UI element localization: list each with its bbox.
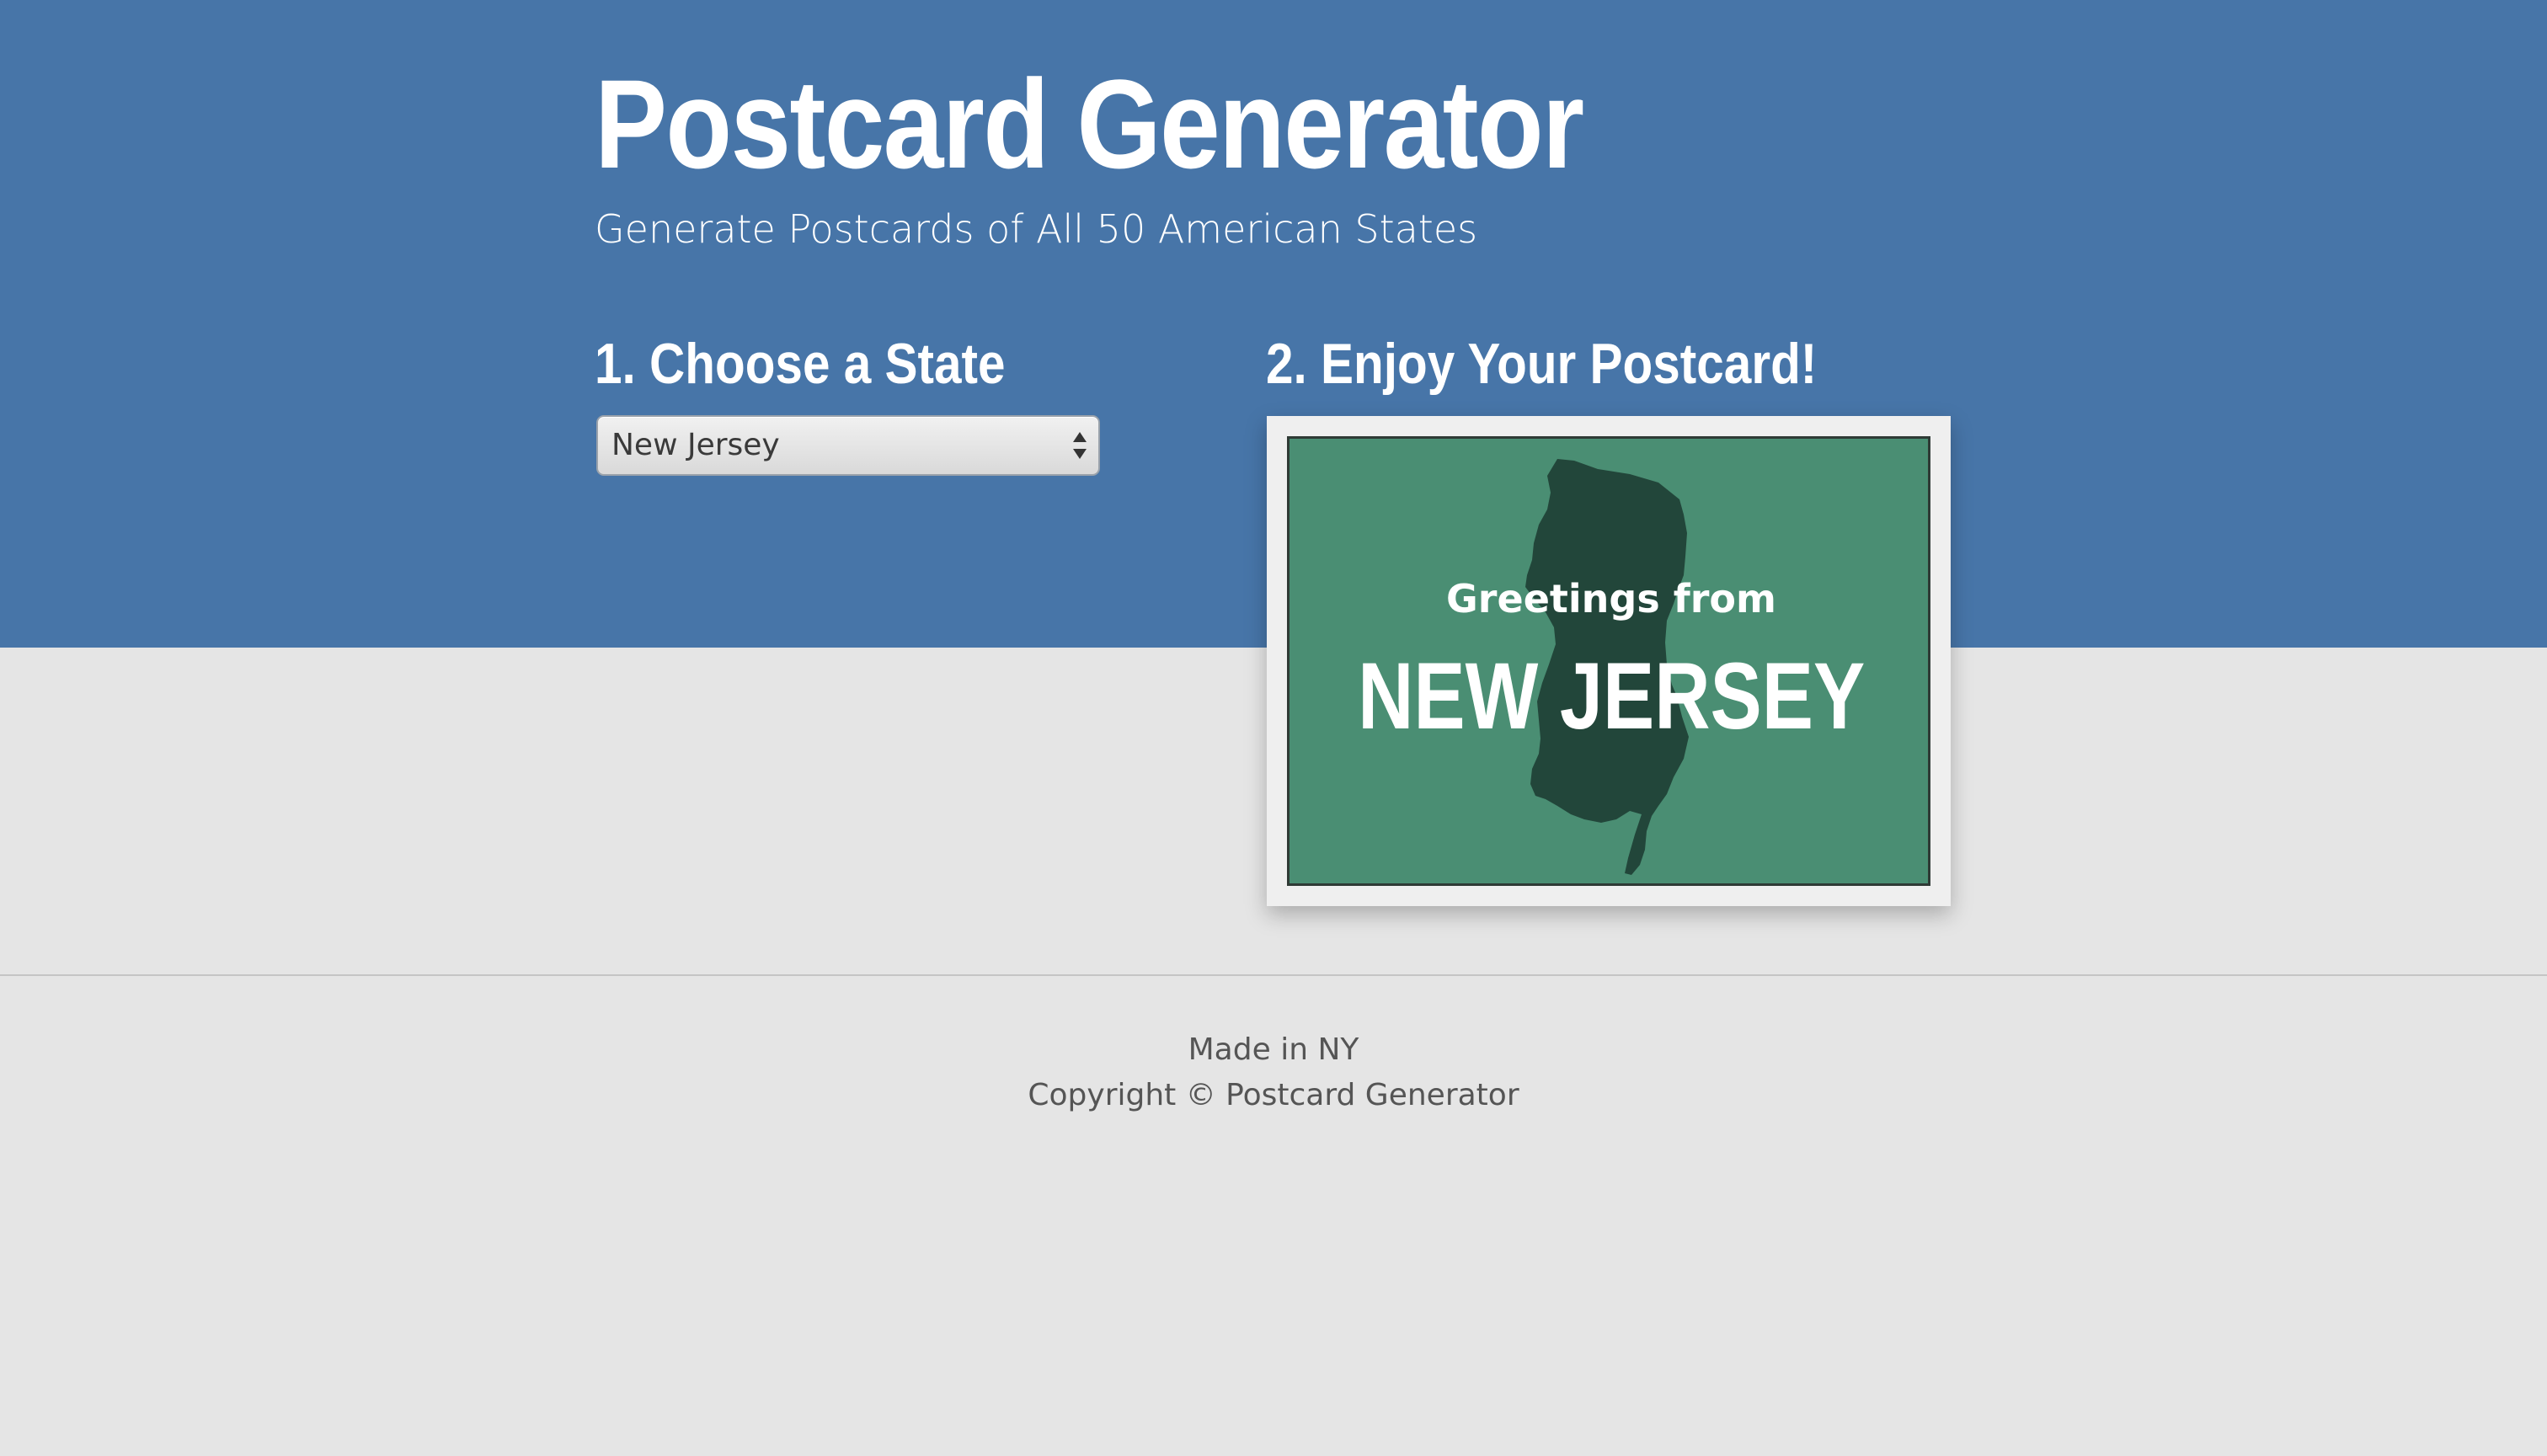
footer-divider [0, 974, 2547, 976]
postcard: Greetings from NEW JERSEY [1267, 416, 1951, 906]
page-subtitle: Generate Postcards of All 50 American St… [595, 206, 1478, 252]
footer-made-in: Made in NY [1188, 1032, 1359, 1067]
state-select[interactable]: New Jersey [596, 415, 1100, 476]
postcard-state-name-text: NEW JERSEY [1357, 643, 1866, 749]
state-select-value: New Jersey [611, 428, 780, 462]
choose-state-heading: 1. Choose a State [595, 332, 1006, 396]
page-title: Postcard Generator [595, 53, 1584, 195]
postcard-state-name: NEW JERSEY [1290, 643, 1928, 749]
footer-copyright: Copyright © Postcard Generator [1028, 1078, 1519, 1112]
postcard-face: Greetings from NEW JERSEY [1287, 436, 1930, 886]
up-down-arrows-icon [1073, 432, 1087, 459]
postcard-greeting: Greetings from [1446, 576, 1776, 621]
enjoy-postcard-heading: 2. Enjoy Your Postcard! [1266, 332, 1818, 396]
